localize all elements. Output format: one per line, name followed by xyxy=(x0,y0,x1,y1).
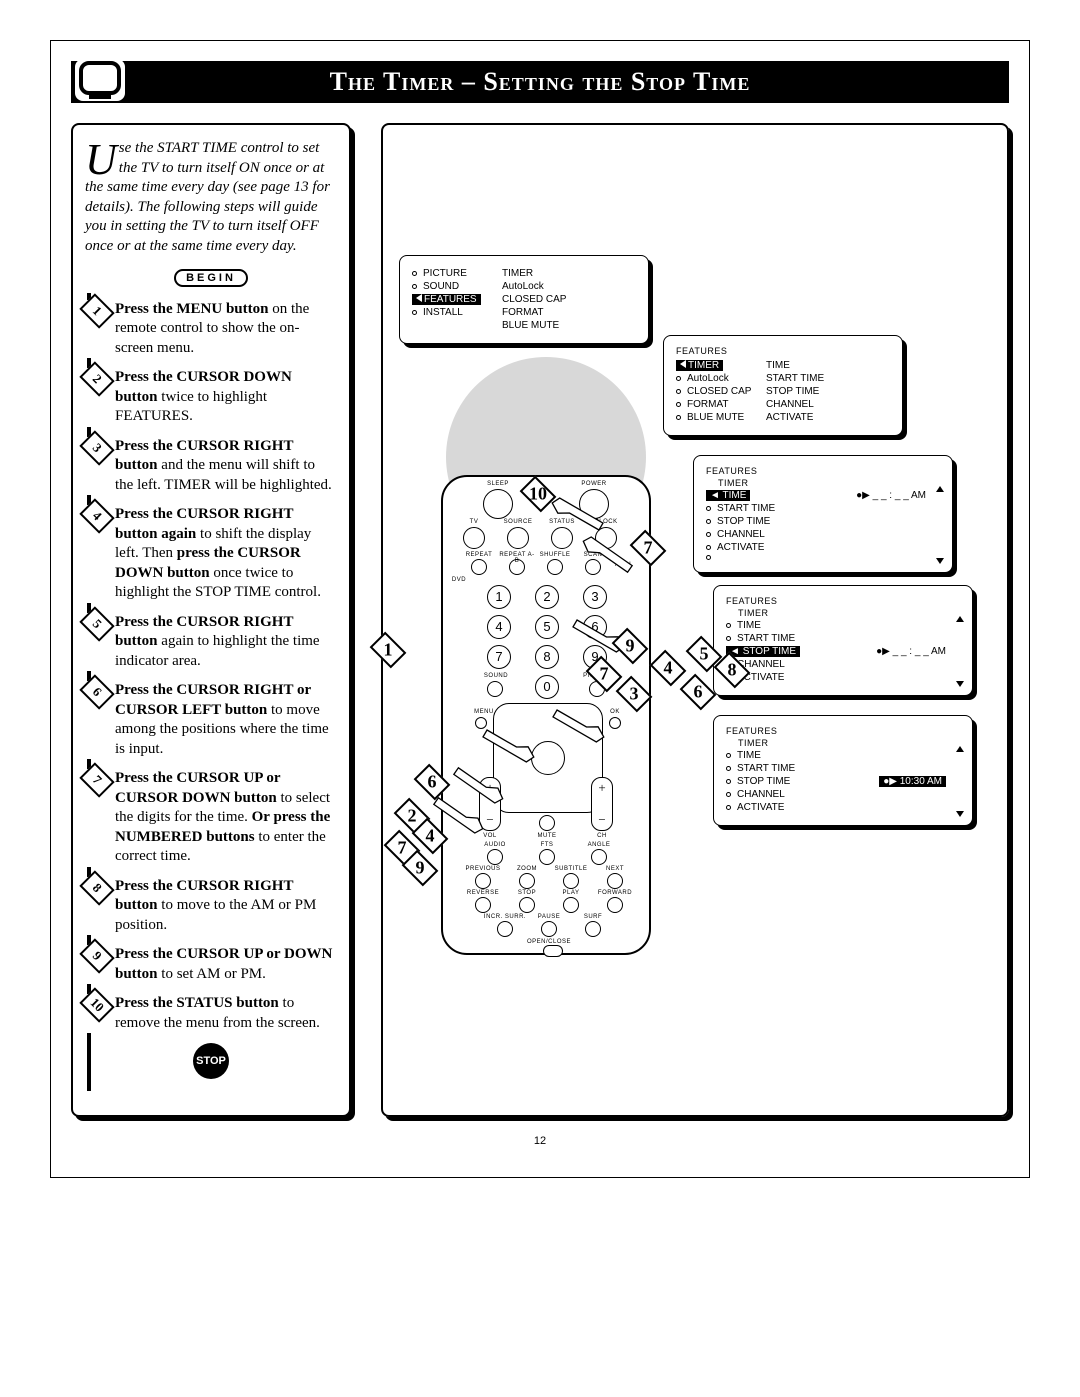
callout-9: 9 xyxy=(626,636,635,657)
osd-menu-4: FEATURES TIMER TIME START TIME ◄ STOP TI… xyxy=(713,585,973,696)
page-number: 12 xyxy=(71,1135,1009,1147)
step-4: Press the CURSOR RIGHT button again to s… xyxy=(85,505,337,603)
instructions-panel: Use the START TIME control to set the TV… xyxy=(71,123,351,1117)
callout-7: 7 xyxy=(644,538,653,559)
step-9: Press the CURSOR UP or DOWN button to se… xyxy=(85,945,337,984)
osd-menu-1: PICTURE SOUND FEATURES INSTALL TIMER Aut… xyxy=(399,255,649,344)
page-frame: The Timer – Setting the Stop Time Use th… xyxy=(50,40,1030,1178)
dropcap: U xyxy=(85,143,117,177)
osd-menu-5: FEATURES TIMER TIME START TIME STOP TIME… xyxy=(713,715,973,826)
step-5: Press the CURSOR RIGHT button again to h… xyxy=(85,613,337,672)
step-8: Press the CURSOR RIGHT button to move to… xyxy=(85,877,337,936)
step-7: Press the CURSOR UP or CURSOR DOWN butto… xyxy=(85,769,337,867)
step-6: Press the CURSOR RIGHT or CURSOR LEFT bu… xyxy=(85,681,337,759)
callout-4: 4 xyxy=(664,658,673,679)
osd-menu-3: FEATURES TIMER ◄ TIME●▶ _ _ : _ _ AM STA… xyxy=(693,455,953,573)
callout-10: 10 xyxy=(529,484,547,505)
stop-badge: STOP xyxy=(85,1043,337,1079)
callout-6b: 6 xyxy=(428,772,437,793)
header-bar: The Timer – Setting the Stop Time xyxy=(71,61,1009,103)
osd-menu-2: FEATURES TIMER AutoLock CLOSED CAP FORMA… xyxy=(663,335,903,436)
callout-4b: 4 xyxy=(426,826,435,847)
callout-6: 6 xyxy=(694,682,703,703)
callout-1: 1 xyxy=(384,640,393,661)
step-3: Press the CURSOR RIGHT button and the me… xyxy=(85,437,337,496)
callout-7c: 7 xyxy=(398,838,407,859)
callout-2: 2 xyxy=(408,806,417,827)
callout-9b: 9 xyxy=(416,858,425,879)
step-2: Press the CURSOR DOWN button twice to hi… xyxy=(85,368,337,427)
callout-5: 5 xyxy=(700,644,709,665)
begin-badge: BEGIN xyxy=(85,268,337,288)
callout-8: 8 xyxy=(728,660,737,681)
callout-3: 3 xyxy=(630,684,639,705)
step-10: Press the STATUS button to remove the me… xyxy=(85,994,337,1033)
tv-icon xyxy=(75,59,125,101)
intro-text: Use the START TIME control to set the TV… xyxy=(85,139,337,256)
page-title: The Timer – Setting the Stop Time xyxy=(330,67,751,96)
callout-7b: 7 xyxy=(600,664,609,685)
step-1: Press the MENU button on the remote cont… xyxy=(85,300,337,359)
steps-list: Press the MENU button on the remote cont… xyxy=(85,300,337,1034)
diagram-panel: PICTURE SOUND FEATURES INSTALL TIMER Aut… xyxy=(381,123,1009,1117)
